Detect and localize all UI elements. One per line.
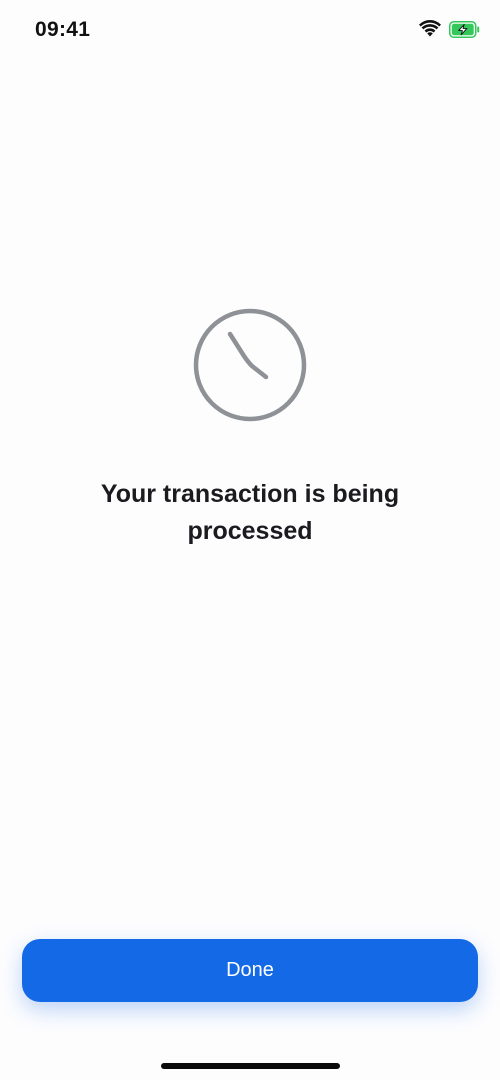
status-time: 09:41: [35, 18, 91, 41]
battery-charging-icon: [449, 20, 480, 38]
transaction-processing-screen: 09:41 Your transaction is being processe…: [0, 0, 500, 1080]
wifi-icon: [419, 20, 441, 38]
processing-message: Your transaction is being processed: [100, 480, 400, 545]
home-indicator[interactable]: [161, 1063, 340, 1069]
clock-icon: [192, 307, 308, 423]
done-button[interactable]: Done: [22, 939, 478, 1002]
status-icons: [419, 20, 480, 38]
status-bar: 09:41: [0, 0, 500, 60]
